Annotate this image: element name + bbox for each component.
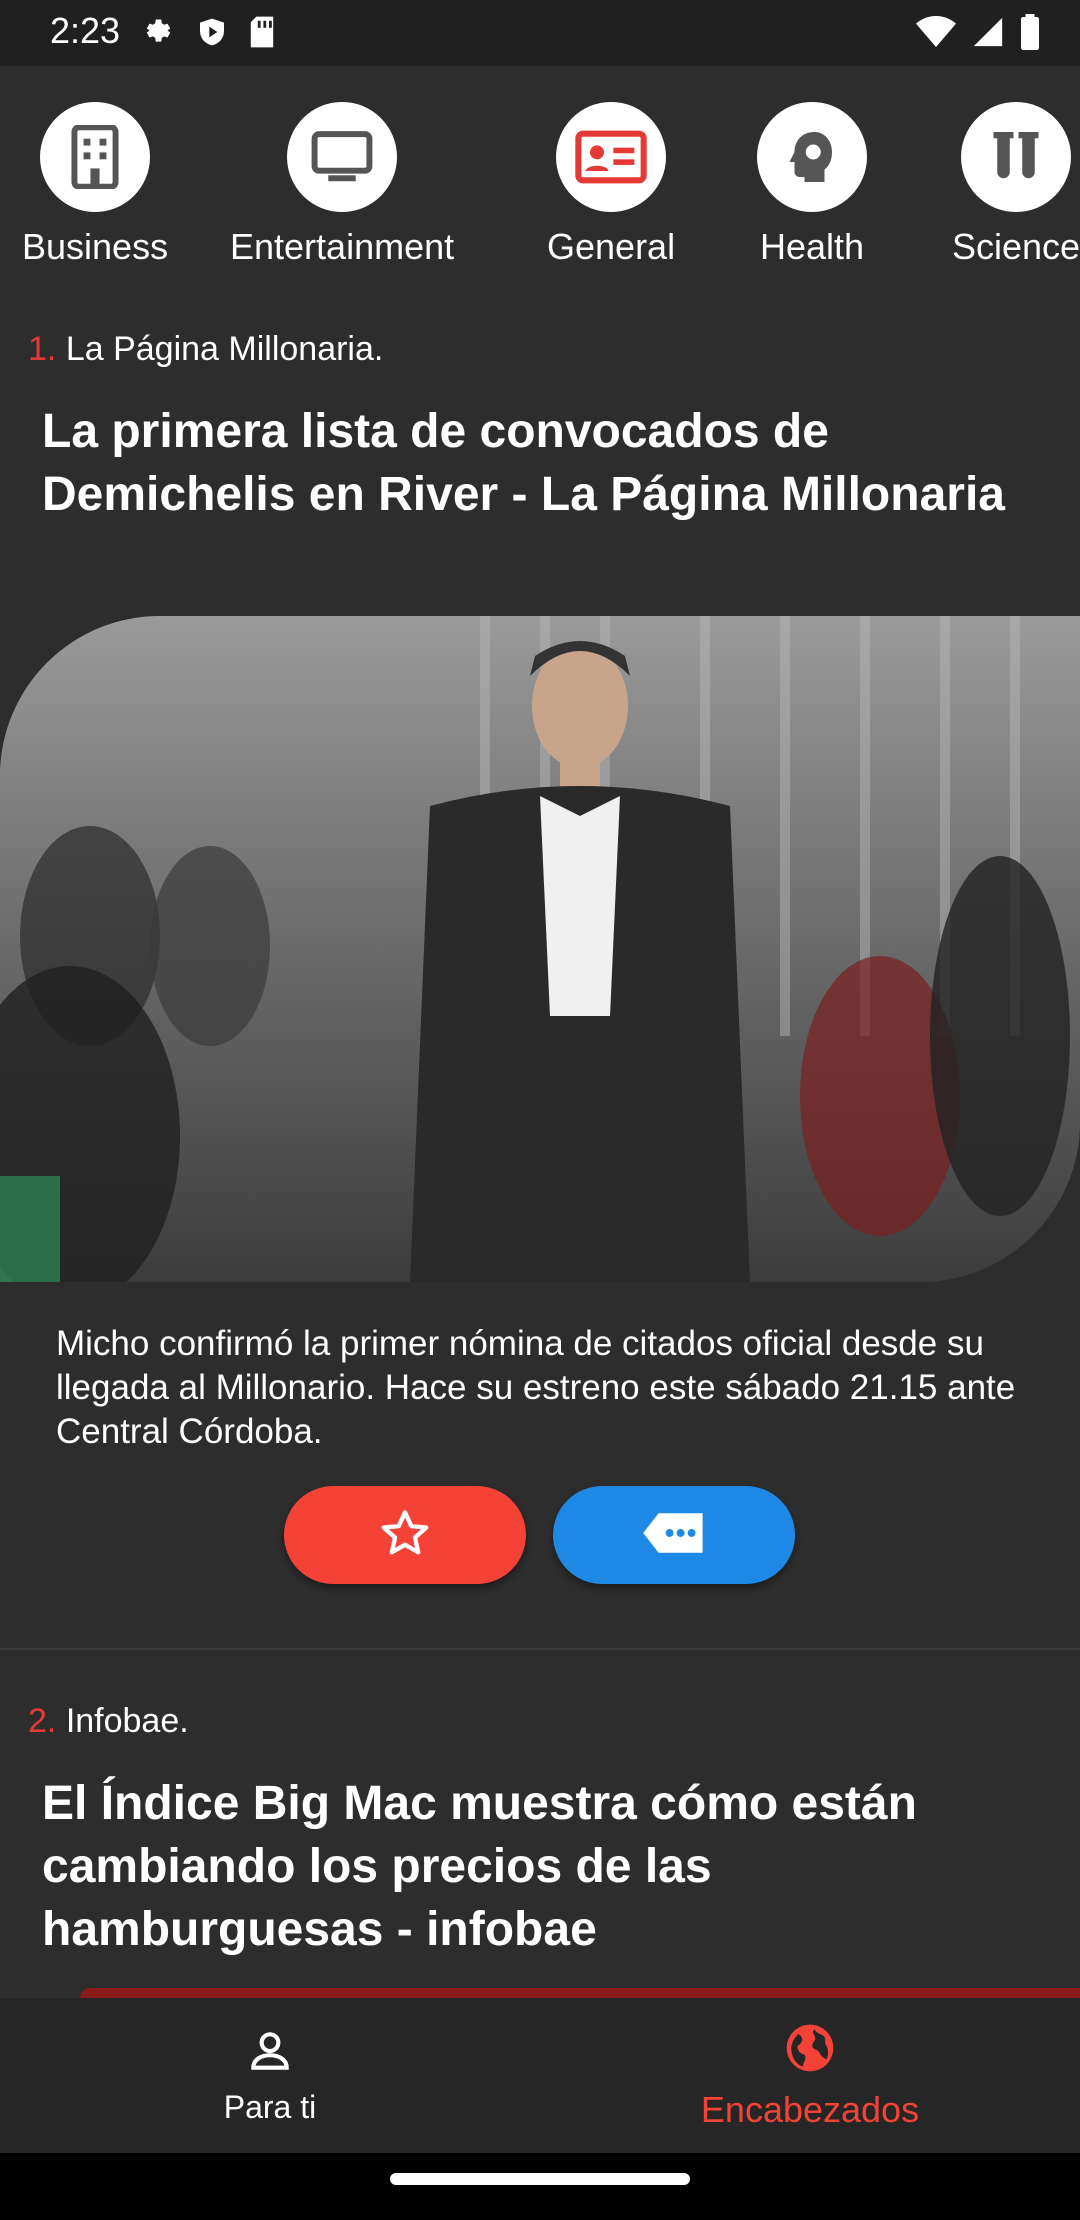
- home-gesture-handle[interactable]: [390, 2173, 690, 2185]
- head-gear-icon: [757, 102, 867, 212]
- nav-item-para-ti[interactable]: Para ti: [0, 1998, 540, 2153]
- gesture-navigation-area: [0, 2153, 1080, 2220]
- article-number: 2.: [28, 1702, 57, 1740]
- bottom-navigation: Para ti Encabezados: [0, 1998, 1080, 2153]
- category-label: Entertainment: [230, 226, 455, 267]
- article-divider: [0, 1648, 1080, 1650]
- article-source: La Página Millonaria.: [65, 330, 384, 368]
- article-title[interactable]: La primera lista de convocados de Demich…: [42, 400, 1022, 526]
- settings-icon: [140, 14, 176, 55]
- article-image[interactable]: [0, 616, 1080, 1282]
- article-description: Micho confirmó la primer nómina de citad…: [56, 1324, 1016, 1451]
- wifi-icon: [916, 15, 956, 54]
- status-time: 2:23: [50, 10, 121, 51]
- star-icon: [379, 1507, 431, 1564]
- article-source-line: 1. La Página Millonaria.: [28, 330, 383, 369]
- favorite-button[interactable]: [284, 1486, 526, 1584]
- article-number: 1.: [28, 330, 57, 368]
- category-general[interactable]: General: [547, 102, 675, 268]
- comment-button[interactable]: [553, 1486, 795, 1584]
- category-science[interactable]: Science: [952, 102, 1080, 268]
- category-label: General: [547, 226, 676, 267]
- contact-card-icon: [556, 102, 667, 212]
- nav-item-encabezados[interactable]: Encabezados: [540, 1998, 1080, 2153]
- sd-card-icon: [248, 15, 276, 54]
- category-label: Health: [759, 226, 865, 267]
- status-icons-left: [140, 14, 276, 55]
- article-title[interactable]: El Índice Big Mac muestra cómo están cam…: [42, 1772, 1022, 1961]
- person-icon: [245, 2026, 295, 2081]
- category-business[interactable]: Business: [22, 102, 168, 268]
- signal-icon: [970, 15, 1006, 54]
- category-health[interactable]: Health: [757, 102, 867, 268]
- battery-icon: [1020, 14, 1040, 55]
- tv-icon: [287, 102, 398, 212]
- category-label: Business: [22, 226, 169, 267]
- status-bar: 2:23: [0, 0, 1080, 66]
- category-label: Science: [952, 226, 1080, 267]
- building-icon: [40, 102, 151, 212]
- article-photo: [0, 616, 1080, 1282]
- article-source: Infobae.: [65, 1702, 189, 1740]
- status-icons-right: [916, 14, 1040, 55]
- article-image[interactable]: [80, 1988, 1080, 1998]
- nav-label: Encabezados: [700, 2089, 920, 2130]
- nav-label: Para ti: [223, 2088, 317, 2125]
- test-tubes-icon: [961, 102, 1072, 212]
- category-bar: Business Entertainment General Health Sc…: [0, 66, 1080, 306]
- category-entertainment[interactable]: Entertainment: [230, 102, 454, 268]
- shield-play-icon: [196, 14, 228, 55]
- globe-icon: [782, 2020, 838, 2081]
- article-source-line: 2. Infobae.: [28, 1702, 189, 1741]
- comment-tag-icon: [641, 1510, 707, 1561]
